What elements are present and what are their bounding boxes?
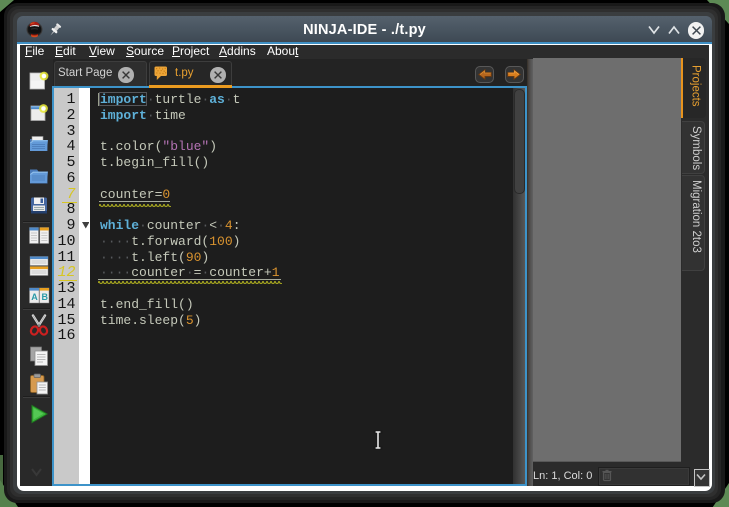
- svg-text:B: B: [42, 292, 49, 302]
- svg-text:A: A: [31, 292, 38, 302]
